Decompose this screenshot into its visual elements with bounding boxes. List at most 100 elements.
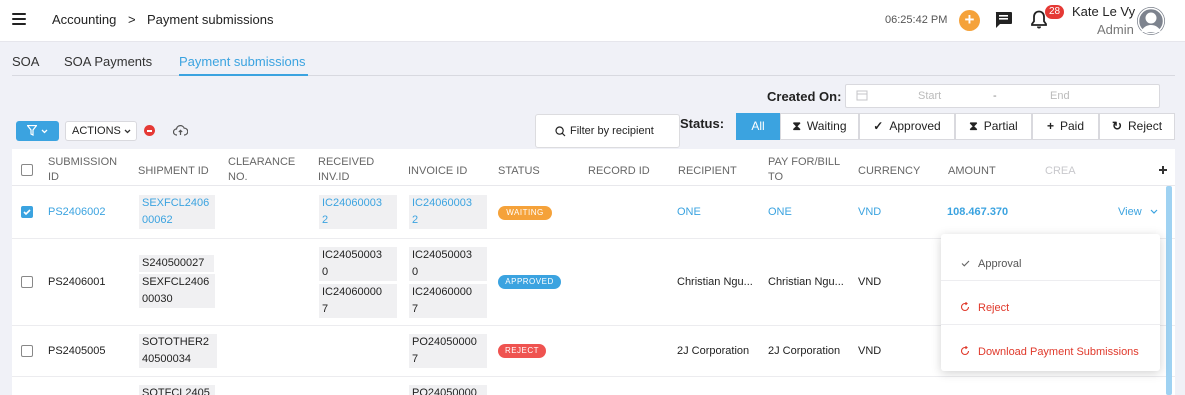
- plus-icon[interactable]: +: [959, 10, 980, 31]
- menu-item-approval[interactable]: Approval: [941, 240, 1160, 284]
- chevron-down-icon[interactable]: [1150, 209, 1158, 214]
- avatar-icon[interactable]: [1137, 7, 1165, 35]
- remove-icon[interactable]: [144, 125, 155, 136]
- column-header[interactable]: SHIPMENT ID: [138, 164, 209, 179]
- invoice-id-chip[interactable]: PO24050000: [409, 385, 487, 395]
- column-header[interactable]: CURRENCY: [858, 164, 920, 179]
- cloud-upload-icon[interactable]: [173, 125, 188, 136]
- row-checkbox[interactable]: [21, 276, 33, 288]
- status-label: Status:: [680, 116, 725, 131]
- invoice-id-chip[interactable]: PO24050000 7: [409, 334, 487, 368]
- status-filter-waiting-label: Waiting: [806, 119, 847, 133]
- column-header[interactable]: RECIPIENT: [678, 164, 737, 179]
- add-column-icon[interactable]: [1158, 165, 1168, 175]
- status-filter-all[interactable]: All: [736, 113, 780, 140]
- column-header[interactable]: CLEARANCE NO.: [228, 155, 308, 185]
- submission-id[interactable]: PS2406002: [48, 206, 106, 218]
- search-icon: [555, 126, 566, 137]
- column-header[interactable]: AMOUNT: [948, 164, 996, 179]
- filter-by-recipient-button[interactable]: Filter by recipient: [535, 114, 680, 148]
- view-action-button[interactable]: View: [1118, 206, 1142, 218]
- menu-divider: [941, 280, 1160, 281]
- row-checkbox[interactable]: [21, 345, 33, 357]
- received-inv-id-chip[interactable]: IC24050003 0: [319, 247, 397, 281]
- shipment-id-chip[interactable]: SEXFCL2406 00030: [139, 274, 215, 308]
- header-divider: [12, 185, 1175, 186]
- scrollbar[interactable]: [1166, 186, 1172, 395]
- currency: VND: [858, 276, 882, 288]
- pay-for: Christian Ngu...: [768, 276, 844, 288]
- invoice-id-chip[interactable]: IC24060000 7: [409, 284, 487, 318]
- status-filter-partial[interactable]: ⧗ Partial: [955, 113, 1032, 140]
- recipient: Christian Ngu...: [677, 276, 753, 288]
- refresh-icon: ↻: [1111, 119, 1123, 133]
- column-header[interactable]: PAY FOR/BILL TO: [768, 155, 843, 185]
- chevron-down-icon: [41, 129, 48, 134]
- page-title: Payment submissions: [147, 12, 274, 27]
- row-checkbox[interactable]: [21, 206, 33, 218]
- menu-icon[interactable]: [12, 13, 26, 25]
- menu-item-reject[interactable]: Reject: [941, 284, 1160, 328]
- row-action-menu: Approval Reject Download Payment Submiss…: [941, 234, 1160, 371]
- status-filter-approved[interactable]: ✓ Approved: [859, 113, 955, 140]
- submission-id[interactable]: PS2406001: [48, 276, 106, 288]
- invoice-id-chip[interactable]: IC24050003 0: [409, 247, 487, 281]
- user-name: Kate Le Vy: [1072, 4, 1136, 19]
- shipment-id-chip[interactable]: S240500027: [139, 255, 214, 272]
- created-on-label: Created On:: [767, 89, 842, 104]
- user-role: Admin: [1097, 22, 1134, 37]
- column-header[interactable]: RECORD ID: [588, 164, 650, 179]
- column-header[interactable]: RECEIVED INV.ID: [318, 155, 388, 185]
- status-badge: REJECT: [498, 344, 546, 358]
- menu-item-download[interactable]: Download Payment Submissions: [941, 328, 1160, 372]
- column-header[interactable]: SUBMISSION ID: [48, 155, 128, 185]
- notification-badge: 28: [1045, 5, 1065, 19]
- status-filter-partial-label: Partial: [983, 119, 1018, 133]
- date-start-placeholder[interactable]: Start: [918, 90, 941, 102]
- status-filter-reject[interactable]: ↻ Reject: [1099, 113, 1175, 140]
- status-filter-all-label: All: [751, 119, 765, 133]
- pay-for[interactable]: ONE: [768, 206, 792, 218]
- status-filter-approved-label: Approved: [889, 119, 941, 133]
- menu-divider: [941, 324, 1160, 325]
- shipment-id-chip[interactable]: SEXFCL2406 00062: [139, 195, 215, 229]
- column-header[interactable]: CREA: [1045, 164, 1076, 179]
- tab-soa[interactable]: SOA: [12, 54, 39, 69]
- chat-icon[interactable]: [994, 11, 1013, 29]
- check-icon: ✓: [873, 119, 884, 133]
- menu-item-approval-label: Approval: [978, 258, 1022, 270]
- date-end-placeholder[interactable]: End: [1050, 90, 1070, 102]
- filter-icon: [27, 125, 37, 136]
- date-range-picker[interactable]: Start - End: [845, 84, 1160, 108]
- status-filter-paid[interactable]: + Paid: [1032, 113, 1099, 140]
- date-separator: -: [993, 90, 997, 102]
- select-all-checkbox[interactable]: [21, 164, 33, 176]
- column-header[interactable]: STATUS: [498, 164, 540, 179]
- top-bar: Accounting > Payment submissions 06:25:4…: [0, 0, 1185, 42]
- chevron-down-icon: [124, 129, 131, 134]
- menu-item-download-label: Download Payment Submissions: [978, 346, 1139, 358]
- actions-dropdown[interactable]: ACTIONS: [65, 121, 137, 141]
- plus-icon: +: [1046, 119, 1054, 133]
- received-inv-id-chip[interactable]: IC24060003 2: [319, 195, 397, 229]
- received-inv-id-chip[interactable]: IC24060000 7: [319, 284, 397, 318]
- check-icon: [961, 260, 970, 267]
- status-badge: WAITING: [498, 206, 552, 220]
- shipment-id-chip[interactable]: SOTFCL2405: [139, 385, 215, 395]
- submission-id[interactable]: PS2405005: [48, 345, 106, 357]
- row-divider: [12, 376, 1175, 377]
- column-header[interactable]: INVOICE ID: [408, 164, 467, 179]
- currency: VND: [858, 206, 882, 218]
- refresh-icon: [960, 346, 970, 356]
- invoice-id-chip[interactable]: IC24060003 2: [409, 195, 487, 229]
- status-filter-waiting[interactable]: ⧗ Waiting: [780, 113, 859, 140]
- filter-button[interactable]: [16, 121, 59, 141]
- shipment-id-chip[interactable]: SOTOTHER2 40500034: [139, 334, 217, 368]
- tab-soa-payments[interactable]: SOA Payments: [64, 54, 152, 69]
- filter-by-recipient-label: Filter by recipient: [570, 125, 654, 137]
- recipient[interactable]: ONE: [677, 206, 701, 218]
- breadcrumb-accounting[interactable]: Accounting: [52, 12, 116, 27]
- tab-active-indicator: [179, 74, 308, 76]
- status-filter-reject-label: Reject: [1128, 119, 1163, 133]
- tab-payment-submissions[interactable]: Payment submissions: [179, 54, 305, 69]
